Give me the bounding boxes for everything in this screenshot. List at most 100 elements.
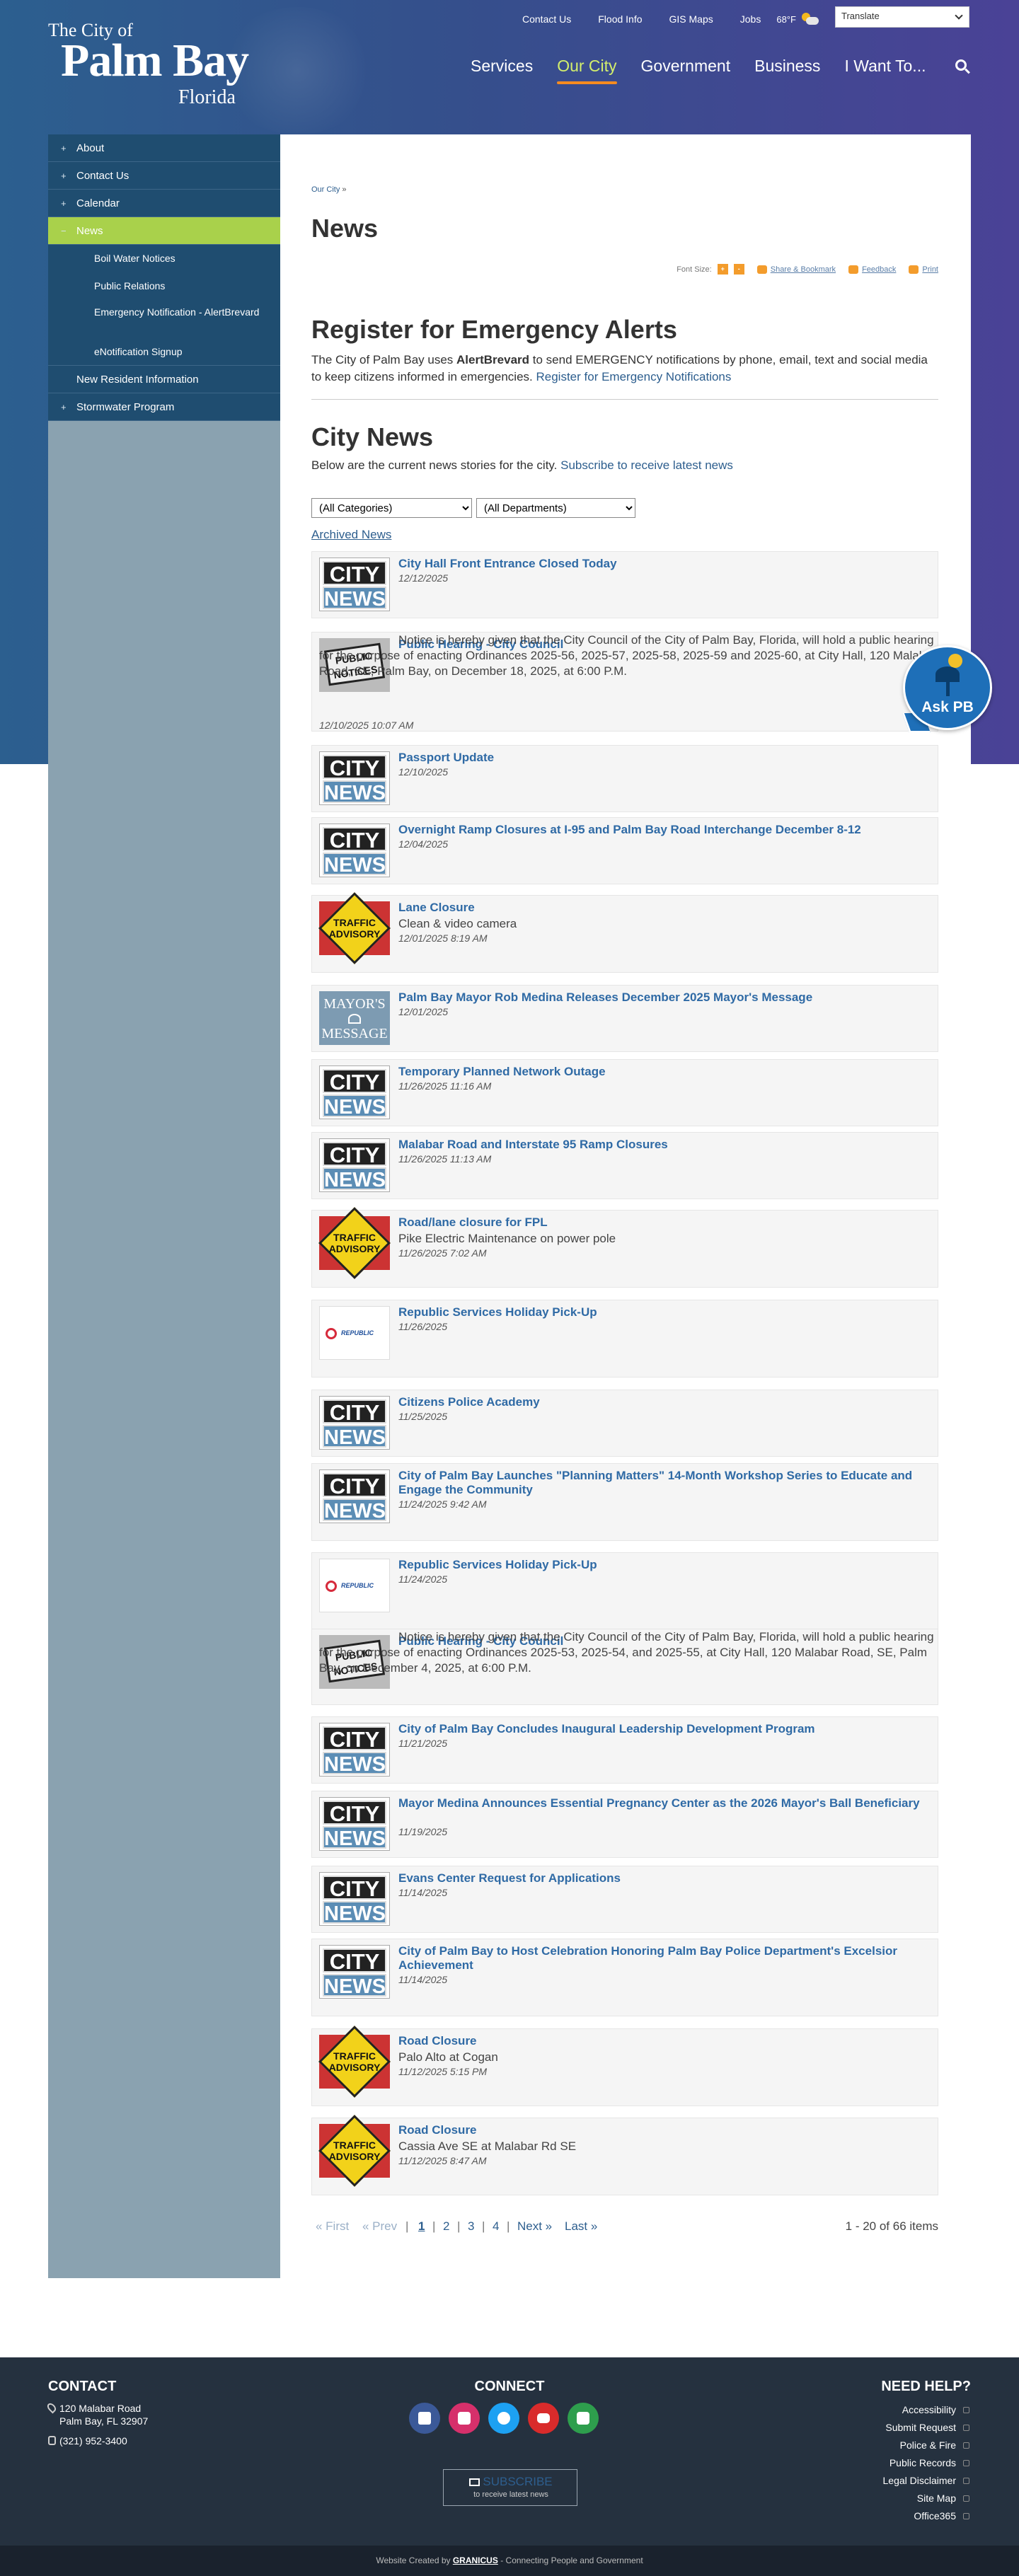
news-item[interactable]: CITY NEWS Malabar Road and Interstate 95 R… [311,1132,938,1199]
feedback-link[interactable]: Feedback [862,265,896,274]
news-title[interactable]: Road Closure [398,2123,922,2137]
footer-link[interactable]: Police & Fire [883,2437,969,2454]
youtube-icon[interactable] [528,2403,559,2434]
news-item[interactable]: CITY NEWS City of Palm Bay Launches "Plann… [311,1463,938,1541]
city-logo[interactable]: The City of Palm Bay Florida [48,18,275,108]
sidebar-item-calendar[interactable]: + Calendar [48,190,280,217]
news-item[interactable]: TRAFFIC ADVISORY Lane Closure Clean & video… [311,892,938,973]
news-title[interactable]: Temporary Planned Network Outage [398,1065,922,1079]
news-title[interactable]: City of Palm Bay Concludes Inaugural Lea… [398,1722,922,1736]
news-title[interactable]: City Hall Front Entrance Closed Today [398,557,922,571]
sidebar-item-enotification[interactable]: eNotification Signup [48,338,280,366]
news-title[interactable]: Road Closure [398,2034,922,2048]
news-item[interactable]: CITY NEWS Evans Center Request for Applica… [311,1866,938,1933]
news-item[interactable]: PUBLIC NOTICES Public Hearing - City Counc… [311,632,938,732]
footer-link[interactable]: Public Records [883,2454,969,2472]
nextdoor-icon[interactable] [568,2403,599,2434]
sidebar-item-boil-water[interactable]: Boil Water Notices [48,245,280,272]
nav-i-want-to[interactable]: I Want To... [844,57,926,81]
utility-gis-maps[interactable]: GIS Maps [669,13,713,25]
pager-page-2[interactable]: 2 [443,2219,449,2234]
pager-page-1[interactable]: 1 [418,2219,425,2234]
expand-icon: + [61,402,67,412]
news-title[interactable]: Overnight Ramp Closures at I-95 and Palm… [398,823,922,837]
search-icon[interactable] [955,59,971,75]
credit-c: - Connecting People and Government [497,2555,643,2565]
footer-phone[interactable]: (321) 952-3400 [59,2435,127,2447]
weather-widget[interactable]: 68°F [776,13,819,25]
sidebar-item-news[interactable]: − News [48,217,280,245]
nav-business[interactable]: Business [754,57,820,81]
news-title[interactable]: Citizens Police Academy [398,1395,922,1409]
instagram-icon[interactable] [449,2403,480,2434]
utility-flood-info[interactable]: Flood Info [598,13,642,25]
news-item[interactable]: PUBLIC NOTICES Public Hearing - City Counc… [311,1629,938,1728]
granicus-link[interactable]: GRANICUS [453,2555,498,2565]
sidebar-item-public-relations[interactable]: Public Relations [48,272,280,300]
nav-government[interactable]: Government [641,57,731,81]
news-title[interactable]: Evans Center Request for Applications [398,1871,922,1885]
pager-prev[interactable]: « Prev [362,2219,397,2234]
news-title[interactable]: Malabar Road and Interstate 95 Ramp Clos… [398,1138,922,1152]
news-item[interactable]: CITY NEWS City of Palm Bay to Host Celebra… [311,1939,938,2016]
nav-services[interactable]: Services [471,57,533,81]
sidebar-item-emergency-notification[interactable]: Emergency Notification - AlertBrevard [48,300,280,338]
footer-link[interactable]: Submit Request [883,2419,969,2437]
news-title[interactable]: Road/lane closure for FPL [398,1215,922,1230]
news-item[interactable]: REPUBLIC Republic Services Holiday Pick-U… [311,1552,938,1630]
pager-last[interactable]: Last » [565,2219,597,2234]
footer-link[interactable]: Office365 [883,2507,969,2525]
news-item[interactable]: TRAFFIC ADVISORY Road Closure Palo Alto at … [311,2026,938,2106]
font-decrease-button[interactable]: - [733,264,744,275]
news-title[interactable]: Passport Update [398,751,922,765]
news-title[interactable]: Republic Services Holiday Pick-Up [398,1305,922,1319]
category-select[interactable]: (All Categories) [311,498,472,518]
news-item[interactable]: CITY NEWS Mayor Medina Announces Essential… [311,1791,938,1858]
pager-page-3[interactable]: 3 [468,2219,474,2234]
sidebar-item-about[interactable]: + About [48,134,280,162]
ask-pb-chat-button[interactable]: Ask PB [902,645,992,734]
news-title[interactable]: City of Palm Bay Launches "Planning Matt… [398,1469,922,1497]
news-title[interactable]: Republic Services Holiday Pick-Up [398,1558,922,1572]
share-bookmark-link[interactable]: Share & Bookmark [771,265,836,274]
register-emergency-link[interactable]: Register for Emergency Notifications [536,370,732,383]
sidebar-item-new-resident[interactable]: New Resident Information [48,366,280,393]
news-item[interactable]: CITY NEWS City Hall Front Entrance Closed … [311,551,938,618]
subscribe-news-link[interactable]: Subscribe to receive latest news [560,458,733,472]
department-select[interactable]: (All Departments) [476,498,635,518]
news-item[interactable]: TRAFFIC ADVISORY Road/lane closure for FPL… [311,1207,938,1288]
nav-our-city[interactable]: Our City [557,57,617,84]
sidebar-item-contact-us[interactable]: + Contact Us [48,162,280,190]
twitter-icon[interactable] [488,2403,519,2434]
page-tools: Font Size: + - Share & Bookmark Feedback… [677,264,938,275]
news-date: 11/21/2025 [398,1738,448,1749]
footer-link[interactable]: Accessibility [883,2401,969,2419]
pager-first[interactable]: « First [316,2219,349,2234]
news-item[interactable]: REPUBLIC Republic Services Holiday Pick-U… [311,1300,938,1377]
news-item[interactable]: CITY NEWS Overnight Ramp Closures at I-95 … [311,817,938,884]
news-title[interactable]: Palm Bay Mayor Rob Medina Releases Decem… [398,990,922,1005]
print-link[interactable]: Print [922,265,938,274]
utility-contact-us[interactable]: Contact Us [522,13,571,25]
translate-select[interactable]: Translate [835,6,969,28]
footer-link[interactable]: Legal Disclaimer [883,2472,969,2490]
news-title[interactable]: Mayor Medina Announces Essential Pregnan… [398,1796,922,1810]
font-increase-button[interactable]: + [717,264,728,275]
utility-jobs[interactable]: Jobs [740,13,761,25]
news-item[interactable]: TRAFFIC ADVISORY Road Closure Cassia Ave SE… [311,2115,938,2195]
pager-next[interactable]: Next » [517,2219,552,2234]
news-title[interactable]: Lane Closure [398,901,922,915]
news-item[interactable]: CITY NEWS City of Palm Bay Concludes Inaug… [311,1716,938,1784]
archived-news-link[interactable]: Archived News [311,528,391,542]
facebook-icon[interactable] [409,2403,440,2434]
news-item[interactable]: CITY NEWS Passport Update 12/10/2025 [311,745,938,812]
breadcrumb-our-city[interactable]: Our City [311,185,340,194]
news-item[interactable]: CITY NEWS Temporary Planned Network Outage… [311,1059,938,1126]
news-item[interactable]: MAYOR'S MESSAGE Palm Bay Mayor Rob Medina … [311,985,938,1052]
footer-link[interactable]: Site Map [883,2490,969,2507]
subscribe-button[interactable]: SUBSCRIBE to receive latest news [443,2469,577,2506]
sidebar-item-stormwater[interactable]: + Stormwater Program [48,393,280,421]
news-title[interactable]: City of Palm Bay to Host Celebration Hon… [398,1944,922,1973]
pager-page-4[interactable]: 4 [493,2219,499,2234]
news-item[interactable]: CITY NEWS Citizens Police Academy 11/25/202… [311,1390,938,1457]
